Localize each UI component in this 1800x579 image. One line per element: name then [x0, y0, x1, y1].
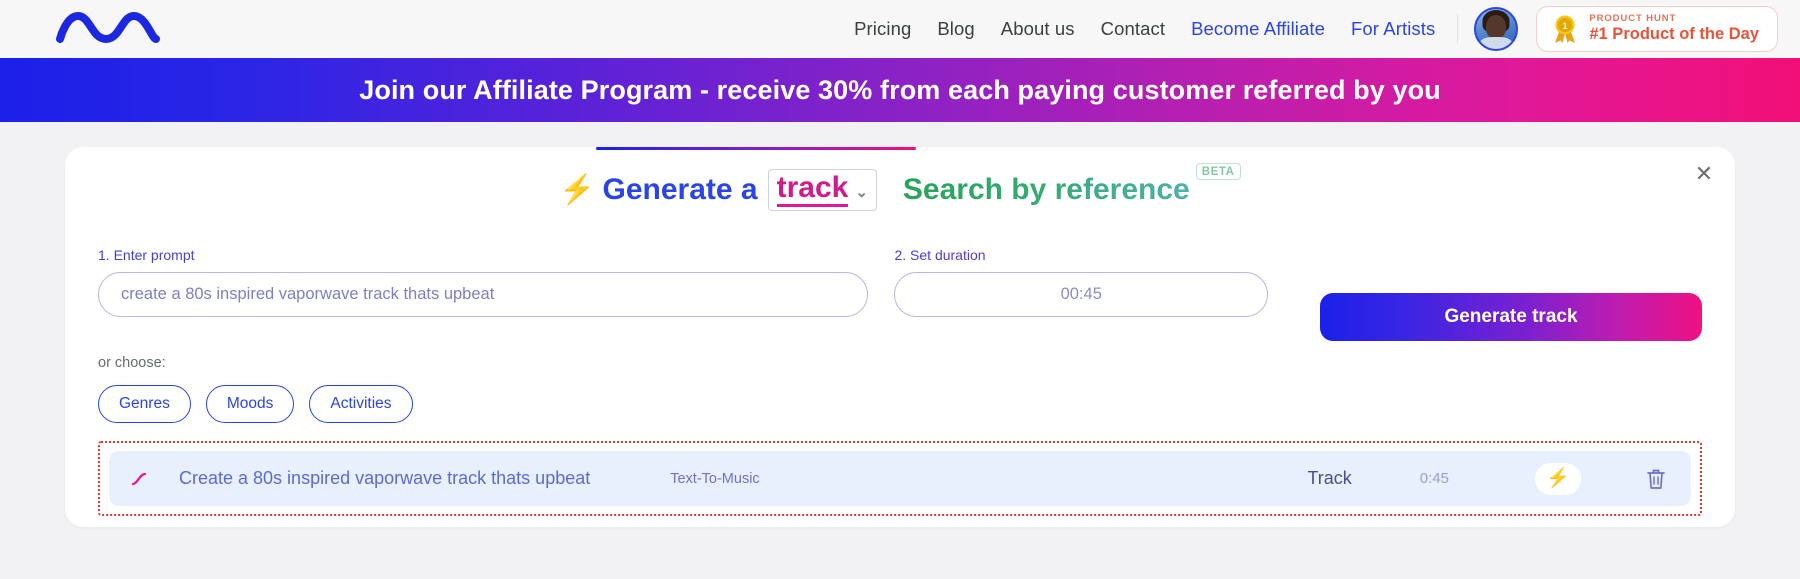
- avatar[interactable]: [1474, 7, 1519, 51]
- duration-label: 2. Set duration: [894, 247, 1268, 263]
- medal-icon: 1: [1551, 14, 1579, 44]
- prompt-field-group: 1. Enter prompt create a 80s inspired va…: [98, 247, 869, 318]
- tab-search-label: Search by reference: [902, 173, 1190, 207]
- product-hunt-title: #1 Product of the Day: [1589, 24, 1759, 43]
- nav-link-for-artists[interactable]: For Artists: [1351, 18, 1435, 40]
- or-choose-label: or choose:: [98, 355, 166, 372]
- promo-text: Join our Affiliate Program - receive 30%…: [359, 74, 1441, 105]
- nav-link-blog[interactable]: Blog: [937, 18, 974, 40]
- nav-link-about-us[interactable]: About us: [1001, 18, 1075, 40]
- product-hunt-badge[interactable]: 1 PRODUCT HUNT #1 Product of the Day: [1536, 6, 1778, 52]
- nav-link-become-affiliate[interactable]: Become Affiliate: [1191, 18, 1325, 40]
- prompt-label: 1. Enter prompt: [98, 247, 868, 263]
- track-type: Text-To-Music: [670, 470, 760, 487]
- top-navigation-bar: Pricing Blog About us Contact Become Aff…: [0, 0, 1800, 58]
- status-badge: BETA: [1195, 163, 1241, 181]
- waveform-icon: [131, 471, 165, 487]
- svg-text:1: 1: [1563, 21, 1568, 31]
- bolt-icon: ⚡: [559, 173, 596, 206]
- generate-type-value: track: [776, 171, 849, 208]
- track-row[interactable]: Create a 80s inspired vaporwave track th…: [109, 451, 1691, 507]
- avatar-face: [1486, 15, 1507, 40]
- product-hunt-text: PRODUCT HUNT #1 Product of the Day: [1589, 13, 1759, 44]
- page-stage: ✕ ⚡ Generate a track ⌄ Search by referen…: [0, 122, 1800, 579]
- chip-moods[interactable]: Moods: [205, 385, 295, 424]
- category-chips: Genres Moods Activities: [98, 385, 1702, 424]
- bolt-icon: ⚡: [1546, 468, 1570, 490]
- track-generate-icon-button[interactable]: ⚡: [1535, 462, 1581, 495]
- nav-divider: [1457, 14, 1459, 44]
- affiliate-promo-banner[interactable]: Join our Affiliate Program - receive 30%…: [0, 58, 1800, 122]
- active-tab-underline: [596, 147, 916, 150]
- duration-input[interactable]: 00:45: [894, 272, 1268, 318]
- duration-field-group: 2. Set duration 00:45: [894, 247, 1268, 318]
- nav-link-contact[interactable]: Contact: [1101, 18, 1165, 40]
- generate-track-button[interactable]: Generate track: [1320, 293, 1702, 342]
- track-row-highlight: Create a 80s inspired vaporwave track th…: [98, 441, 1702, 517]
- modal-tabs: ⚡ Generate a track ⌄ Search by reference…: [98, 147, 1702, 212]
- avatar-body: [1479, 37, 1514, 49]
- trash-icon[interactable]: [1643, 465, 1669, 493]
- nav-link-pricing[interactable]: Pricing: [854, 18, 911, 40]
- track-kind: Track: [1307, 468, 1352, 489]
- generate-modal-card: ✕ ⚡ Generate a track ⌄ Search by referen…: [65, 147, 1735, 527]
- generate-form: 1. Enter prompt create a 80s inspired va…: [98, 247, 1702, 342]
- chevron-down-icon: ⌄: [855, 184, 868, 202]
- track-title: Create a 80s inspired vaporwave track th…: [179, 468, 591, 489]
- track-duration: 0:45: [1419, 470, 1449, 488]
- product-hunt-kicker: PRODUCT HUNT: [1589, 13, 1677, 25]
- tab-generate[interactable]: ⚡ Generate a track ⌄: [559, 169, 877, 212]
- chip-activities[interactable]: Activities: [309, 385, 413, 424]
- wave-logo-icon[interactable]: [56, 9, 160, 49]
- chip-genres[interactable]: Genres: [98, 385, 191, 424]
- tab-search-by-reference[interactable]: Search by reference BETA: [902, 163, 1241, 207]
- tab-generate-prefix: Generate a: [602, 173, 758, 207]
- generate-type-select[interactable]: track ⌄: [767, 169, 877, 212]
- nav-links: Pricing Blog About us Contact Become Aff…: [854, 18, 1435, 40]
- generate-button-wrap: Generate track: [1320, 247, 1702, 342]
- prompt-input[interactable]: create a 80s inspired vaporwave track th…: [98, 272, 869, 318]
